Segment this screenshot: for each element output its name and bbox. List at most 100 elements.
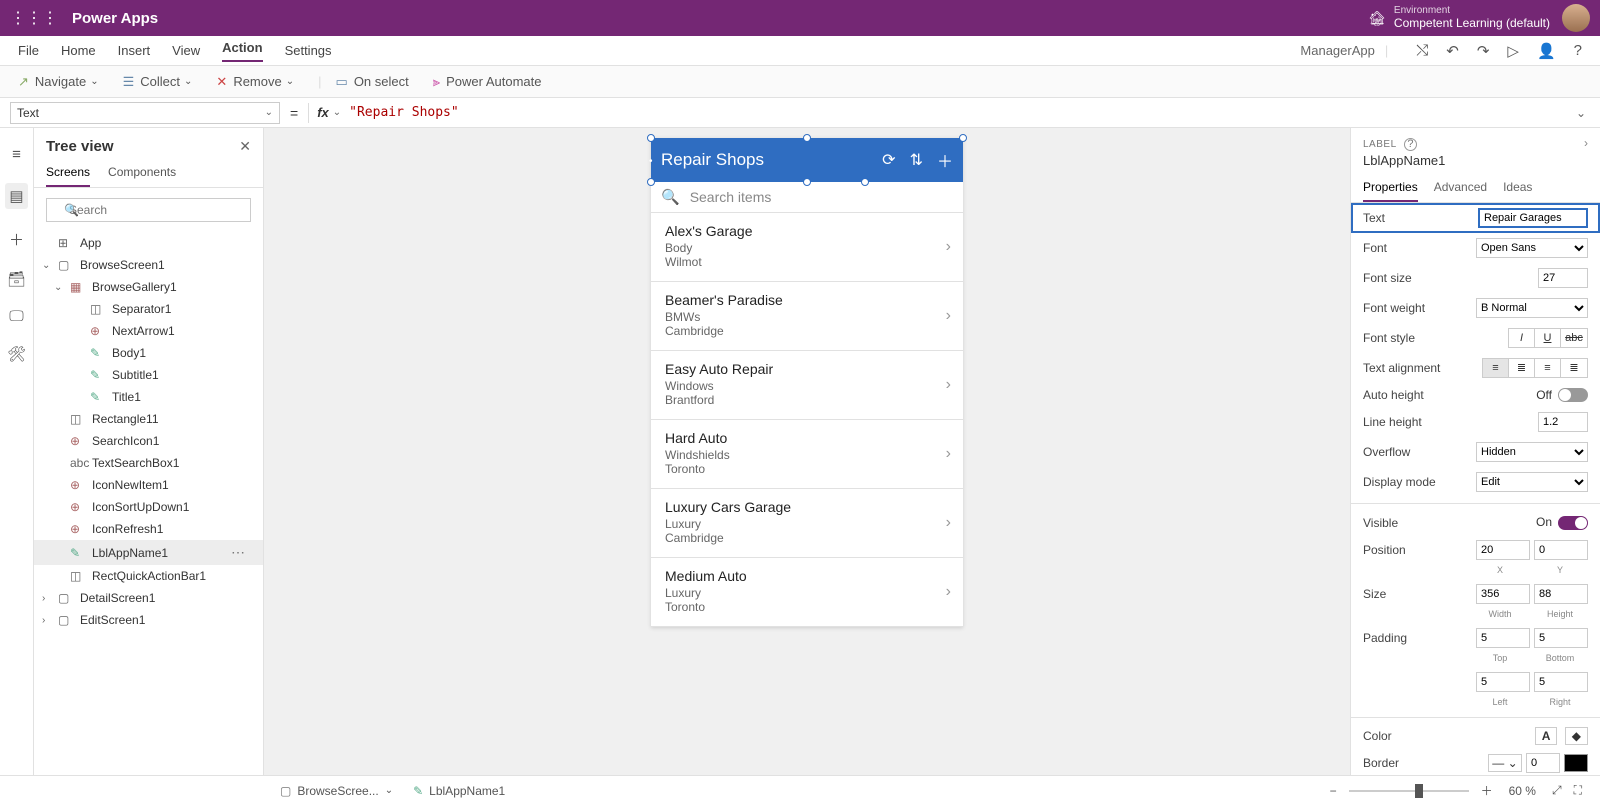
chevron-right-icon[interactable]: › [946,238,951,256]
text-input[interactable] [1478,208,1588,228]
breadcrumb-control[interactable]: ✎ LblAppName1 [413,784,505,798]
position-y-input[interactable] [1534,540,1588,560]
align-left-button[interactable]: ≡ [1483,359,1509,377]
menu-view[interactable]: View [172,43,200,58]
gallery-item[interactable]: Luxury Cars GarageLuxuryCambridge› [651,489,963,558]
lineheight-input[interactable] [1538,412,1588,432]
formula-expand-icon[interactable]: ⌄ [1576,106,1586,120]
font-select[interactable]: Open Sans [1476,238,1588,258]
play-icon[interactable]: ▷ [1507,42,1519,60]
tab-screens[interactable]: Screens [46,159,90,187]
node-iconnewitem[interactable]: ⊕IconNewItem1 [34,474,263,496]
chevron-right-icon[interactable]: › [946,583,951,601]
tab-properties[interactable]: Properties [1363,174,1418,202]
refresh-icon[interactable]: ⟳ [882,150,895,170]
zoom-out-button[interactable]: − [1330,784,1337,798]
align-justify-button[interactable]: ≣ [1561,359,1587,377]
menu-action[interactable]: Action [222,40,262,62]
fx-chevron-icon[interactable]: ⌄ [333,107,341,118]
chevron-right-icon[interactable]: › [946,445,951,463]
tab-components[interactable]: Components [108,159,176,187]
node-body[interactable]: ✎Body1 [34,342,263,364]
node-detailscreen[interactable]: ›▢DetailScreen1 [34,587,263,609]
visible-toggle[interactable] [1558,516,1588,530]
border-width-input[interactable] [1526,753,1560,773]
app-launcher-icon[interactable]: ⋮⋮⋮ [10,8,58,28]
treeview-icon[interactable]: ▤ [5,183,27,209]
add-icon[interactable]: ＋ [937,148,953,172]
tools-icon[interactable]: 🛠 [7,345,26,363]
remove-button[interactable]: ✕ Remove ⌄ [216,74,294,90]
fontweight-select[interactable]: B Normal [1476,298,1588,318]
fillcolor-button[interactable]: ◆ [1565,727,1588,745]
device-search[interactable]: 🔍 Search items [651,182,963,213]
collect-button[interactable]: ☰ Collect ⌄ [123,74,193,90]
strike-button[interactable]: abc [1561,329,1587,347]
node-browsegallery[interactable]: ⌄▦BrowseGallery1 [34,276,263,298]
undo-icon[interactable]: ↶ [1446,42,1459,60]
skip-icon[interactable]: ⤭ [1416,42,1428,59]
italic-button[interactable]: I [1509,329,1535,347]
insert-icon[interactable]: ＋ [9,229,24,250]
node-nextarrow[interactable]: ⊕NextArrow1 [34,320,263,342]
redo-icon[interactable]: ↷ [1477,42,1490,60]
tab-ideas[interactable]: Ideas [1503,174,1532,202]
collapse-icon[interactable]: › [1584,136,1588,150]
powerautomate-button[interactable]: ⫸ Power Automate [433,74,542,90]
node-rectquick[interactable]: ◫RectQuickActionBar1 [34,565,263,587]
pad-bottom-input[interactable] [1534,628,1588,648]
fit-button[interactable]: ⤢ [1552,783,1562,798]
info-icon[interactable]: ? [1404,138,1417,151]
device-header[interactable]: • Repair Shops ⟳ ⇅ ＋ [651,138,963,182]
node-more-icon[interactable]: ⋯ [231,544,255,561]
chevron-right-icon[interactable]: › [946,514,951,532]
gallery-item[interactable]: Hard AutoWindshieldsToronto› [651,420,963,489]
node-app[interactable]: ⊞App [34,232,263,254]
close-icon[interactable]: ✕ [239,138,251,155]
node-browsescreen[interactable]: ⌄▢BrowseScreen1 [34,254,263,276]
pad-left-input[interactable] [1476,672,1530,692]
formula-text[interactable]: "Repair Shops" [349,105,1576,120]
fontstyle-segment[interactable]: I U abc [1508,328,1588,348]
node-lblappname[interactable]: ✎LblAppName1⋯ [34,540,263,565]
zoom-slider[interactable] [1349,790,1469,792]
property-dropdown[interactable]: Text ⌄ [10,102,280,124]
gallery-item[interactable]: Beamer's ParadiseBMWsCambridge› [651,282,963,351]
node-iconrefresh[interactable]: ⊕IconRefresh1 [34,518,263,540]
fontsize-input[interactable] [1538,268,1588,288]
menu-settings[interactable]: Settings [285,43,332,58]
hamburger-icon[interactable]: ≡ [12,146,21,163]
navigate-button[interactable]: ↗ Navigate ⌄ [18,74,99,90]
autoheight-toggle[interactable] [1558,388,1588,402]
node-textsearchbox[interactable]: abcTextSearchBox1 [34,452,263,474]
fontcolor-button[interactable]: A [1535,727,1558,745]
share-icon[interactable]: 👤 [1537,42,1556,60]
borderstyle-select[interactable]: — ⌄ [1488,754,1522,772]
menu-home[interactable]: Home [61,43,96,58]
node-separator[interactable]: ◫Separator1 [34,298,263,320]
onselect-button[interactable]: ▭ On select [336,74,409,90]
menu-file[interactable]: File [18,43,39,58]
position-x-input[interactable] [1476,540,1530,560]
align-right-button[interactable]: ≡ [1535,359,1561,377]
sort-icon[interactable]: ⇅ [910,150,923,170]
pad-right-input[interactable] [1534,672,1588,692]
displaymode-select[interactable]: Edit [1476,472,1588,492]
zoom-in-button[interactable]: ＋ [1481,782,1493,799]
breadcrumb-screen[interactable]: ▢ BrowseScree... ⌄ [280,784,393,798]
size-h-input[interactable] [1534,584,1588,604]
tab-advanced[interactable]: Advanced [1434,174,1487,202]
pad-top-input[interactable] [1476,628,1530,648]
menu-insert[interactable]: Insert [118,43,151,58]
fx-icon[interactable]: fx [317,105,329,120]
gallery-item[interactable]: Alex's GarageBodyWilmot› [651,213,963,282]
align-center-button[interactable]: ≣ [1509,359,1535,377]
canvas[interactable]: • Repair Shops ⟳ ⇅ ＋ 🔍 Search items Alex… [264,128,1350,775]
node-searchicon[interactable]: ⊕SearchIcon1 [34,430,263,452]
border-color-chip[interactable] [1564,754,1588,772]
chevron-right-icon[interactable]: › [946,307,951,325]
node-iconsort[interactable]: ⊕IconSortUpDown1 [34,496,263,518]
gallery-item[interactable]: Medium AutoLuxuryToronto› [651,558,963,627]
node-title[interactable]: ✎Title1 [34,386,263,408]
align-segment[interactable]: ≡ ≣ ≡ ≣ [1482,358,1588,378]
